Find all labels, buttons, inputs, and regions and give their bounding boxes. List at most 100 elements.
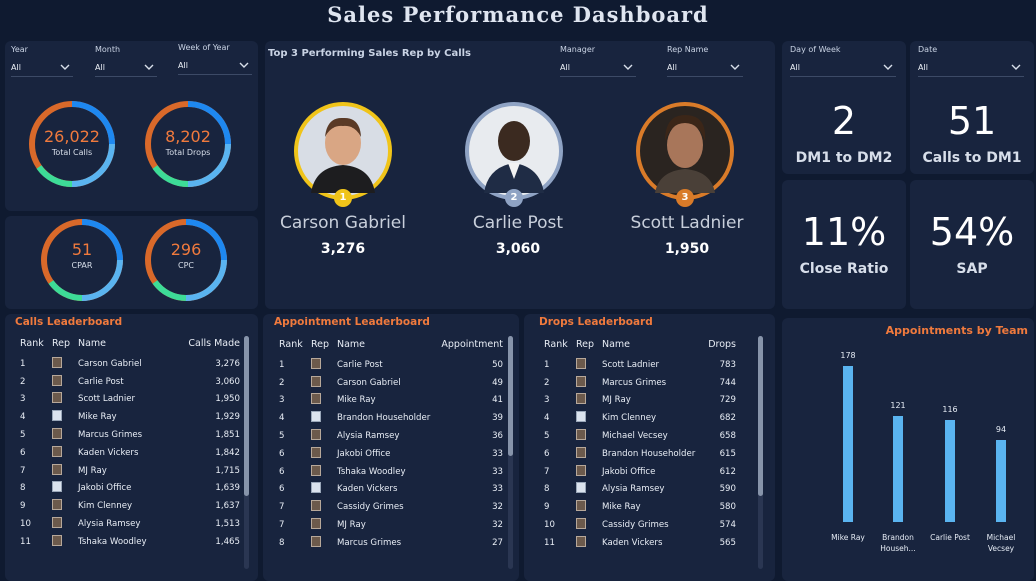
bar[interactable] — [945, 420, 955, 522]
col-drops[interactable]: Drops — [705, 339, 736, 356]
table-row[interactable]: 6 Jakobi Office 33 — [279, 445, 503, 463]
bar[interactable] — [996, 439, 1006, 522]
table-row[interactable]: 6 Tshaka Woodley 33 — [279, 463, 503, 481]
rep-photo-cell — [311, 463, 337, 481]
table-row[interactable]: 4 Brandon Householder 39 — [279, 409, 503, 427]
table-row[interactable]: 5 Michael Vecsey 658 — [544, 427, 736, 445]
table-row[interactable]: 8 Alysia Ramsey 590 — [544, 481, 736, 499]
table-row[interactable]: 4 Kim Clenney 682 — [544, 409, 736, 427]
table-row[interactable]: 7 Jakobi Office 612 — [544, 463, 736, 481]
calls-leaderboard-scrollbar[interactable] — [244, 336, 249, 569]
rep-photo-cell — [52, 497, 78, 515]
table-row[interactable]: 7 MJ Ray 32 — [279, 516, 503, 534]
col-rank[interactable]: Rank — [279, 339, 311, 356]
rep-photo-cell — [576, 463, 602, 481]
table-row[interactable]: 4 Mike Ray 1,929 — [20, 408, 240, 426]
table-row[interactable]: 10 Cassidy Grimes 574 — [544, 516, 736, 534]
rep-name-select[interactable]: All — [667, 59, 743, 77]
bar-value-label: 116 — [942, 405, 958, 415]
rep-avatar-icon — [576, 482, 586, 494]
year-select[interactable]: All — [11, 59, 73, 77]
value-cell: 682 — [719, 413, 736, 424]
table-row[interactable]: 3 Scott Ladnier 1,950 — [20, 391, 240, 409]
month-select[interactable]: All — [95, 59, 157, 77]
rank-1-medal: 1 — [334, 189, 352, 207]
col-appointment[interactable]: Appointment — [437, 339, 503, 356]
bar[interactable] — [843, 366, 853, 522]
date-filter[interactable]: Date All — [918, 45, 1024, 77]
appointment-leaderboard-scrollbar[interactable] — [508, 336, 513, 569]
rank-cell: 8 — [279, 537, 285, 548]
total-calls-label: Total Calls — [51, 148, 93, 157]
rep-photo-cell — [576, 481, 602, 499]
table-row[interactable]: 8 Jakobi Office 1,639 — [20, 480, 240, 498]
rep-avatar-icon — [52, 392, 62, 404]
col-rep[interactable]: Rep — [576, 339, 602, 356]
table-row[interactable]: 6 Kaden Vickers 1,842 — [20, 444, 240, 462]
week-select[interactable]: All — [178, 57, 252, 75]
month-filter[interactable]: Month All — [95, 45, 157, 77]
week-filter[interactable]: Week of Year All — [178, 43, 252, 75]
drops-leaderboard-scrollbar[interactable] — [758, 336, 763, 569]
table-row[interactable]: 1 Scott Ladnier 783 — [544, 356, 736, 374]
rep-photo-cell — [52, 462, 78, 480]
col-name[interactable]: Name — [337, 339, 437, 356]
year-filter[interactable]: Year All — [11, 45, 73, 77]
table-row[interactable]: 3 Mike Ray 41 — [279, 392, 503, 410]
rep-2-calls: 3,060 — [495, 241, 541, 257]
rep-avatar-icon — [52, 517, 62, 529]
drops-leaderboard-title: Drops Leaderboard — [539, 316, 653, 328]
bar[interactable] — [893, 415, 903, 522]
table-row[interactable]: 5 Marcus Grimes 1,851 — [20, 426, 240, 444]
table-row[interactable]: 5 Alysia Ramsey 36 — [279, 427, 503, 445]
col-calls-made[interactable]: Calls Made — [170, 338, 240, 355]
rep-3-avatar — [636, 102, 734, 200]
name-cell: Carlie Post — [337, 359, 383, 370]
table-row[interactable]: 11 Kaden Vickers 565 — [544, 534, 736, 552]
table-row[interactable]: 1 Carson Gabriel 3,276 — [20, 355, 240, 373]
day-of-week-filter[interactable]: Day of Week All — [790, 45, 896, 77]
col-rep[interactable]: Rep — [52, 338, 78, 355]
table-row[interactable]: 7 MJ Ray 1,715 — [20, 462, 240, 480]
rep-name-filter[interactable]: Rep Name All — [667, 45, 743, 77]
col-rank[interactable]: Rank — [544, 339, 576, 356]
table-row[interactable]: 9 Mike Ray 580 — [544, 498, 736, 516]
rank-cell: 5 — [544, 431, 550, 442]
rep-photo-cell — [52, 408, 78, 426]
table-row[interactable]: 6 Kaden Vickers 33 — [279, 481, 503, 499]
name-cell: Scott Ladnier — [78, 394, 136, 405]
manager-select[interactable]: All — [560, 59, 636, 77]
value-cell: 39 — [492, 413, 503, 424]
table-row[interactable]: 10 Alysia Ramsey 1,513 — [20, 515, 240, 533]
table-row[interactable]: 3 MJ Ray 729 — [544, 392, 736, 410]
day-of-week-select[interactable]: All — [790, 59, 896, 77]
value-cell: 41 — [492, 395, 503, 406]
col-name[interactable]: Name — [602, 339, 705, 356]
table-row[interactable]: 11 Tshaka Woodley 1,465 — [20, 533, 240, 551]
col-name[interactable]: Name — [78, 338, 170, 355]
dashboard-title: Sales Performance Dashboard — [327, 2, 709, 27]
date-select[interactable]: All — [918, 59, 1024, 77]
table-row[interactable]: 2 Marcus Grimes 744 — [544, 374, 736, 392]
date-select-value: All — [918, 63, 928, 72]
value-cell: 33 — [492, 484, 503, 495]
name-cell: Tshaka Woodley — [78, 536, 147, 547]
col-rep[interactable]: Rep — [311, 339, 337, 356]
table-row[interactable]: 6 Brandon Householder 615 — [544, 445, 736, 463]
table-row[interactable]: 2 Carson Gabriel 49 — [279, 374, 503, 392]
manager-filter[interactable]: Manager All — [560, 45, 636, 77]
rank-cell: 6 — [544, 448, 550, 459]
table-row[interactable]: 1 Carlie Post 50 — [279, 356, 503, 374]
appointment-leaderboard-title: Appointment Leaderboard — [274, 316, 430, 328]
rep-1-avatar — [294, 102, 392, 200]
table-row[interactable]: 7 Cassidy Grimes 32 — [279, 498, 503, 516]
chevron-down-icon — [144, 64, 154, 70]
table-row[interactable]: 8 Marcus Grimes 27 — [279, 534, 503, 552]
col-rank[interactable]: Rank — [20, 338, 52, 355]
name-cell: Kaden Vickers — [602, 537, 663, 548]
table-row[interactable]: 2 Carlie Post 3,060 — [20, 373, 240, 391]
value-cell: 580 — [719, 502, 736, 513]
table-row[interactable]: 9 Kim Clenney 1,637 — [20, 497, 240, 515]
rep-avatar-icon — [576, 535, 586, 547]
rep-photo-cell — [576, 516, 602, 534]
